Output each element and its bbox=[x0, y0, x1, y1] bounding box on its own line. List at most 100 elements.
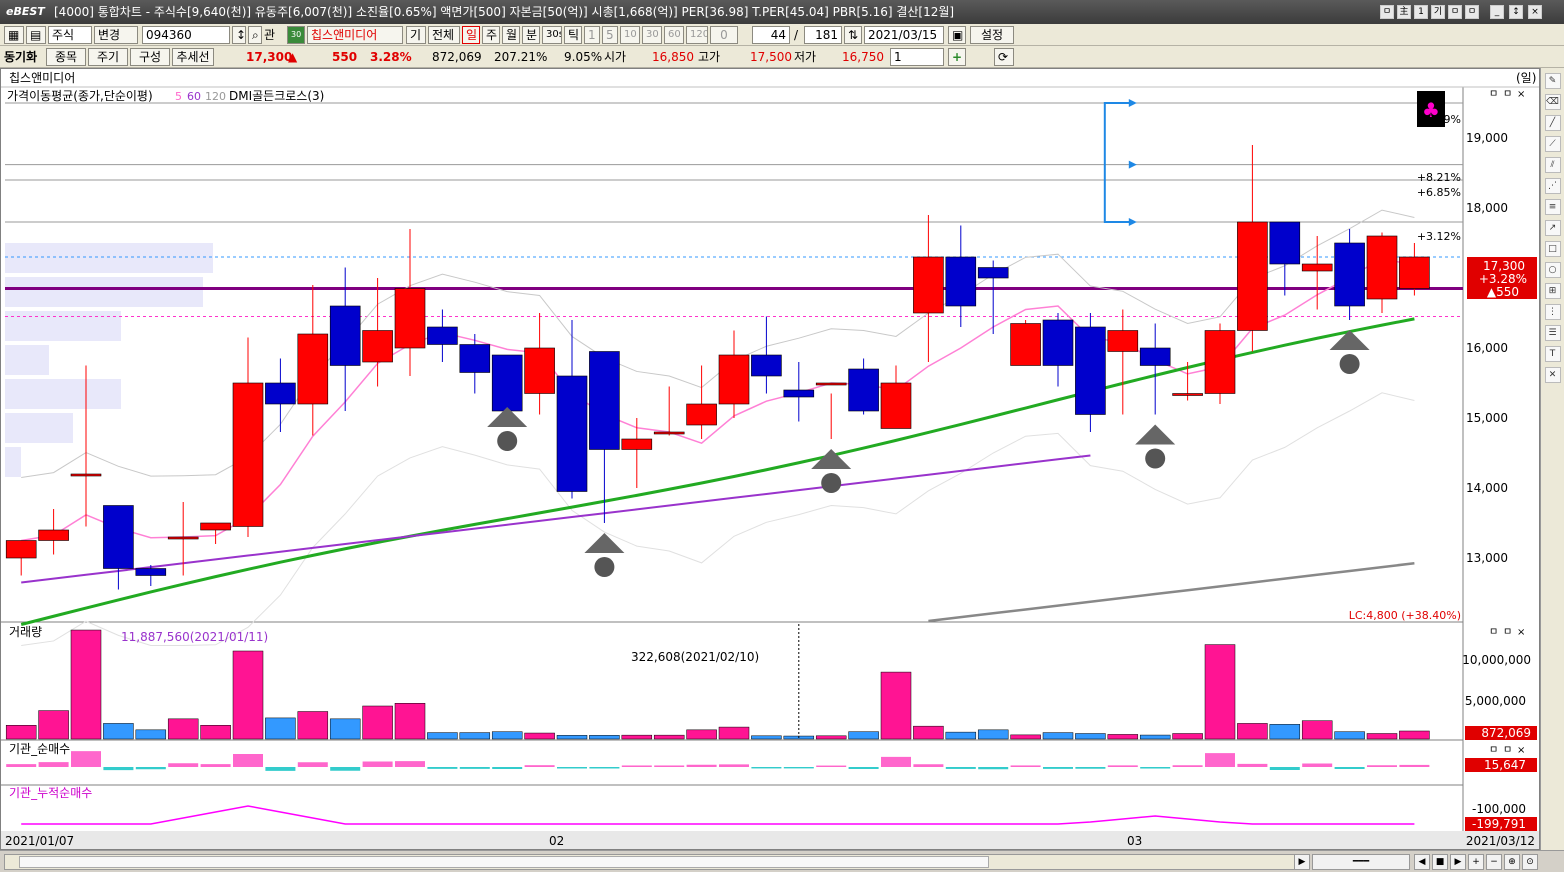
arrow-icon[interactable]: ↗ bbox=[1544, 220, 1561, 236]
dmi-legend[interactable]: DMI골든크로스(3) bbox=[229, 89, 324, 103]
period-button[interactable]: 주기 bbox=[88, 48, 128, 66]
window-tool-button[interactable]: 1 bbox=[1414, 5, 1428, 19]
cycle-icon[interactable]: ⋮ bbox=[1544, 304, 1561, 320]
scroll-thumb[interactable] bbox=[19, 856, 989, 868]
gi-button[interactable]: 기 bbox=[406, 26, 426, 44]
group-icon[interactable]: 30 bbox=[287, 26, 305, 44]
interval-60-button[interactable]: 60 bbox=[664, 26, 684, 44]
levels-icon[interactable]: ☰ bbox=[1544, 325, 1561, 341]
inst-bar bbox=[719, 764, 749, 767]
interval-30-button[interactable]: 30 bbox=[642, 26, 662, 44]
save-icon[interactable]: ▣ bbox=[948, 26, 966, 44]
minimize-button[interactable]: _ bbox=[1490, 5, 1504, 19]
asset-type-select[interactable]: 주식 bbox=[48, 26, 92, 44]
window-tool-button[interactable]: ㅁ bbox=[1448, 5, 1462, 19]
change-select[interactable]: 변경 bbox=[94, 26, 138, 44]
search-icon[interactable]: ⌕ bbox=[248, 26, 262, 44]
period-30s-tab[interactable]: 30s bbox=[542, 26, 562, 44]
step-back-icon[interactable]: ◀ bbox=[1414, 854, 1430, 870]
volume-bar bbox=[1301, 720, 1333, 740]
code-spinner-icon[interactable]: ↕ bbox=[232, 26, 246, 44]
ma-60-label[interactable]: 60 bbox=[187, 90, 201, 103]
inst-bar bbox=[524, 765, 555, 767]
chart-area[interactable]: 19,00018,00017,00016,00015,00014,00013,0… bbox=[0, 68, 1540, 850]
inst-bar bbox=[6, 764, 37, 767]
ma-5-label[interactable]: 5 bbox=[175, 90, 182, 103]
panel-button[interactable]: ㅁ bbox=[1489, 627, 1498, 638]
period-tick-tab[interactable]: 틱 bbox=[564, 26, 582, 44]
panel-button[interactable]: ㅁ bbox=[1489, 745, 1498, 756]
chart-toggle-icon[interactable]: ⇅ bbox=[844, 26, 862, 44]
period-week-tab[interactable]: 주 bbox=[482, 26, 500, 44]
panel-close-button[interactable]: × bbox=[1517, 745, 1525, 756]
count-separator: / bbox=[794, 28, 799, 42]
grid-tool-icon[interactable]: ⊞ bbox=[1544, 283, 1561, 299]
window-tool-button[interactable]: ㅁ bbox=[1380, 5, 1394, 19]
item-button[interactable]: 종목 bbox=[46, 48, 86, 66]
close-button[interactable]: × bbox=[1528, 5, 1542, 19]
stop-icon[interactable]: ■ bbox=[1432, 854, 1448, 870]
ma-120-label[interactable]: 120 bbox=[205, 90, 226, 103]
chart-svg[interactable]: 19,00018,00017,00016,00015,00014,00013,0… bbox=[1, 69, 1539, 849]
interval-1-button[interactable]: 1 bbox=[584, 26, 600, 44]
fibonacci-icon[interactable]: ≡ bbox=[1544, 199, 1561, 215]
period-minute-tab[interactable]: 분 bbox=[522, 26, 540, 44]
panel-button[interactable]: ㅁ bbox=[1503, 745, 1512, 756]
display-count-input[interactable]: 44 bbox=[752, 26, 790, 44]
panel-close-button[interactable]: × bbox=[1517, 89, 1525, 100]
step-forward-icon[interactable]: ▶ bbox=[1450, 854, 1466, 870]
panel-button[interactable]: ㅁ bbox=[1489, 89, 1498, 100]
zoom-reset-icon[interactable]: ⊕ bbox=[1504, 854, 1520, 870]
multi-chart-select[interactable]: 1 bbox=[890, 48, 944, 66]
gwan-label[interactable]: 관 bbox=[264, 26, 275, 44]
delete-drawing-icon[interactable]: ✕ bbox=[1544, 367, 1561, 383]
inst-bar bbox=[1205, 753, 1235, 767]
interval-10-button[interactable]: 10 bbox=[620, 26, 640, 44]
interval-value-input[interactable]: 0 bbox=[710, 26, 738, 44]
window-tool-button[interactable]: ㅁ bbox=[1465, 5, 1479, 19]
zoom-in-icon[interactable]: + bbox=[1468, 854, 1484, 870]
channel-icon[interactable]: ⫽ bbox=[1544, 157, 1561, 173]
window-tool-button[interactable]: 主 bbox=[1397, 5, 1411, 19]
volume-bar bbox=[653, 734, 685, 740]
date-picker[interactable]: 2021/03/15 bbox=[864, 26, 944, 44]
volume-bar bbox=[524, 732, 555, 740]
add-icon[interactable]: + bbox=[948, 48, 966, 66]
trendline-button[interactable]: 추세선 bbox=[172, 48, 214, 66]
candle-body bbox=[329, 305, 361, 366]
trend-line-icon[interactable]: ⟋ bbox=[1544, 136, 1561, 152]
all-button[interactable]: 전체 bbox=[428, 26, 460, 44]
ellipse-icon[interactable]: ○ bbox=[1544, 262, 1561, 278]
volume-profile-bar bbox=[5, 379, 121, 409]
period-month-tab[interactable]: 월 bbox=[502, 26, 520, 44]
text-tool-icon[interactable]: T bbox=[1544, 346, 1561, 362]
zoom-out-icon[interactable]: − bbox=[1486, 854, 1502, 870]
interval-120-button[interactable]: 120 bbox=[686, 26, 708, 44]
zoom-slider[interactable]: ━━━ bbox=[1312, 854, 1410, 870]
eraser-icon[interactable]: ⌫ bbox=[1544, 94, 1561, 110]
stock-name-field[interactable]: 칩스앤미디어 bbox=[307, 26, 403, 44]
zoom-fit-icon[interactable]: ⊙ bbox=[1522, 854, 1538, 870]
pencil-icon[interactable]: ✎ bbox=[1544, 73, 1561, 89]
print-icon[interactable]: ▤ bbox=[26, 26, 46, 44]
fan-icon[interactable]: ⋰ bbox=[1544, 178, 1561, 194]
refresh-icon[interactable]: ⟳ bbox=[994, 48, 1014, 66]
maximize-button[interactable]: ↕ bbox=[1509, 5, 1523, 19]
settings-button[interactable]: 설정 bbox=[970, 26, 1014, 44]
sync-label[interactable]: 동기화 bbox=[4, 48, 37, 66]
volume-bar bbox=[880, 671, 912, 740]
panel-button[interactable]: ㅁ bbox=[1503, 89, 1512, 100]
panel-close-button[interactable]: × bbox=[1517, 627, 1525, 638]
scroll-right-icon[interactable]: ▶ bbox=[1294, 854, 1310, 870]
panel-button[interactable]: ㅁ bbox=[1503, 627, 1512, 638]
line-tool-icon[interactable]: ╱ bbox=[1544, 115, 1561, 131]
layout-icon[interactable]: ▦ bbox=[4, 26, 24, 44]
interval-5-button[interactable]: 5 bbox=[602, 26, 618, 44]
rectangle-icon[interactable]: □ bbox=[1544, 241, 1561, 257]
period-day-tab[interactable]: 일 bbox=[462, 26, 480, 44]
stock-code-input[interactable]: 094360 bbox=[142, 26, 230, 44]
window-tool-button[interactable]: 기 bbox=[1431, 5, 1445, 19]
ma-legend[interactable]: 가격이동평균(종가,단순이평) bbox=[7, 89, 153, 103]
compose-button[interactable]: 구성 bbox=[130, 48, 170, 66]
horizontal-scrollbar[interactable] bbox=[4, 854, 1306, 870]
